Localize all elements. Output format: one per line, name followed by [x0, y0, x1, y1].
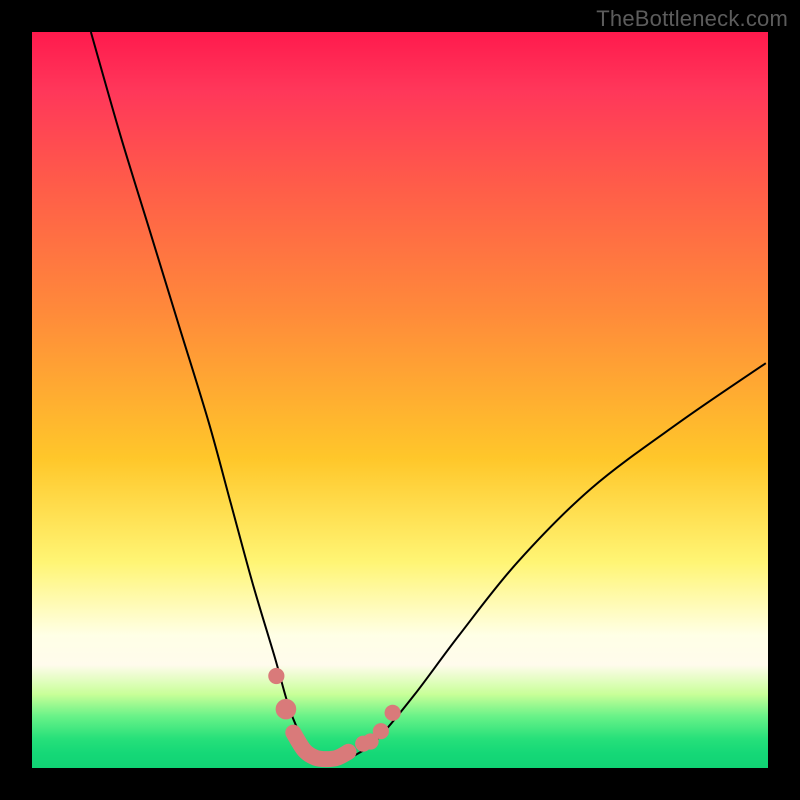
chart-svg — [32, 32, 768, 768]
data-marker — [373, 723, 389, 739]
plot-area — [32, 32, 768, 768]
watermark-text: TheBottleneck.com — [596, 6, 788, 32]
data-marker — [276, 699, 297, 720]
curve-path — [91, 32, 766, 760]
data-marker — [268, 668, 284, 684]
data-marker — [385, 705, 401, 721]
curve-bottom-thick-segment — [293, 733, 348, 759]
chart-stage: TheBottleneck.com — [0, 0, 800, 800]
